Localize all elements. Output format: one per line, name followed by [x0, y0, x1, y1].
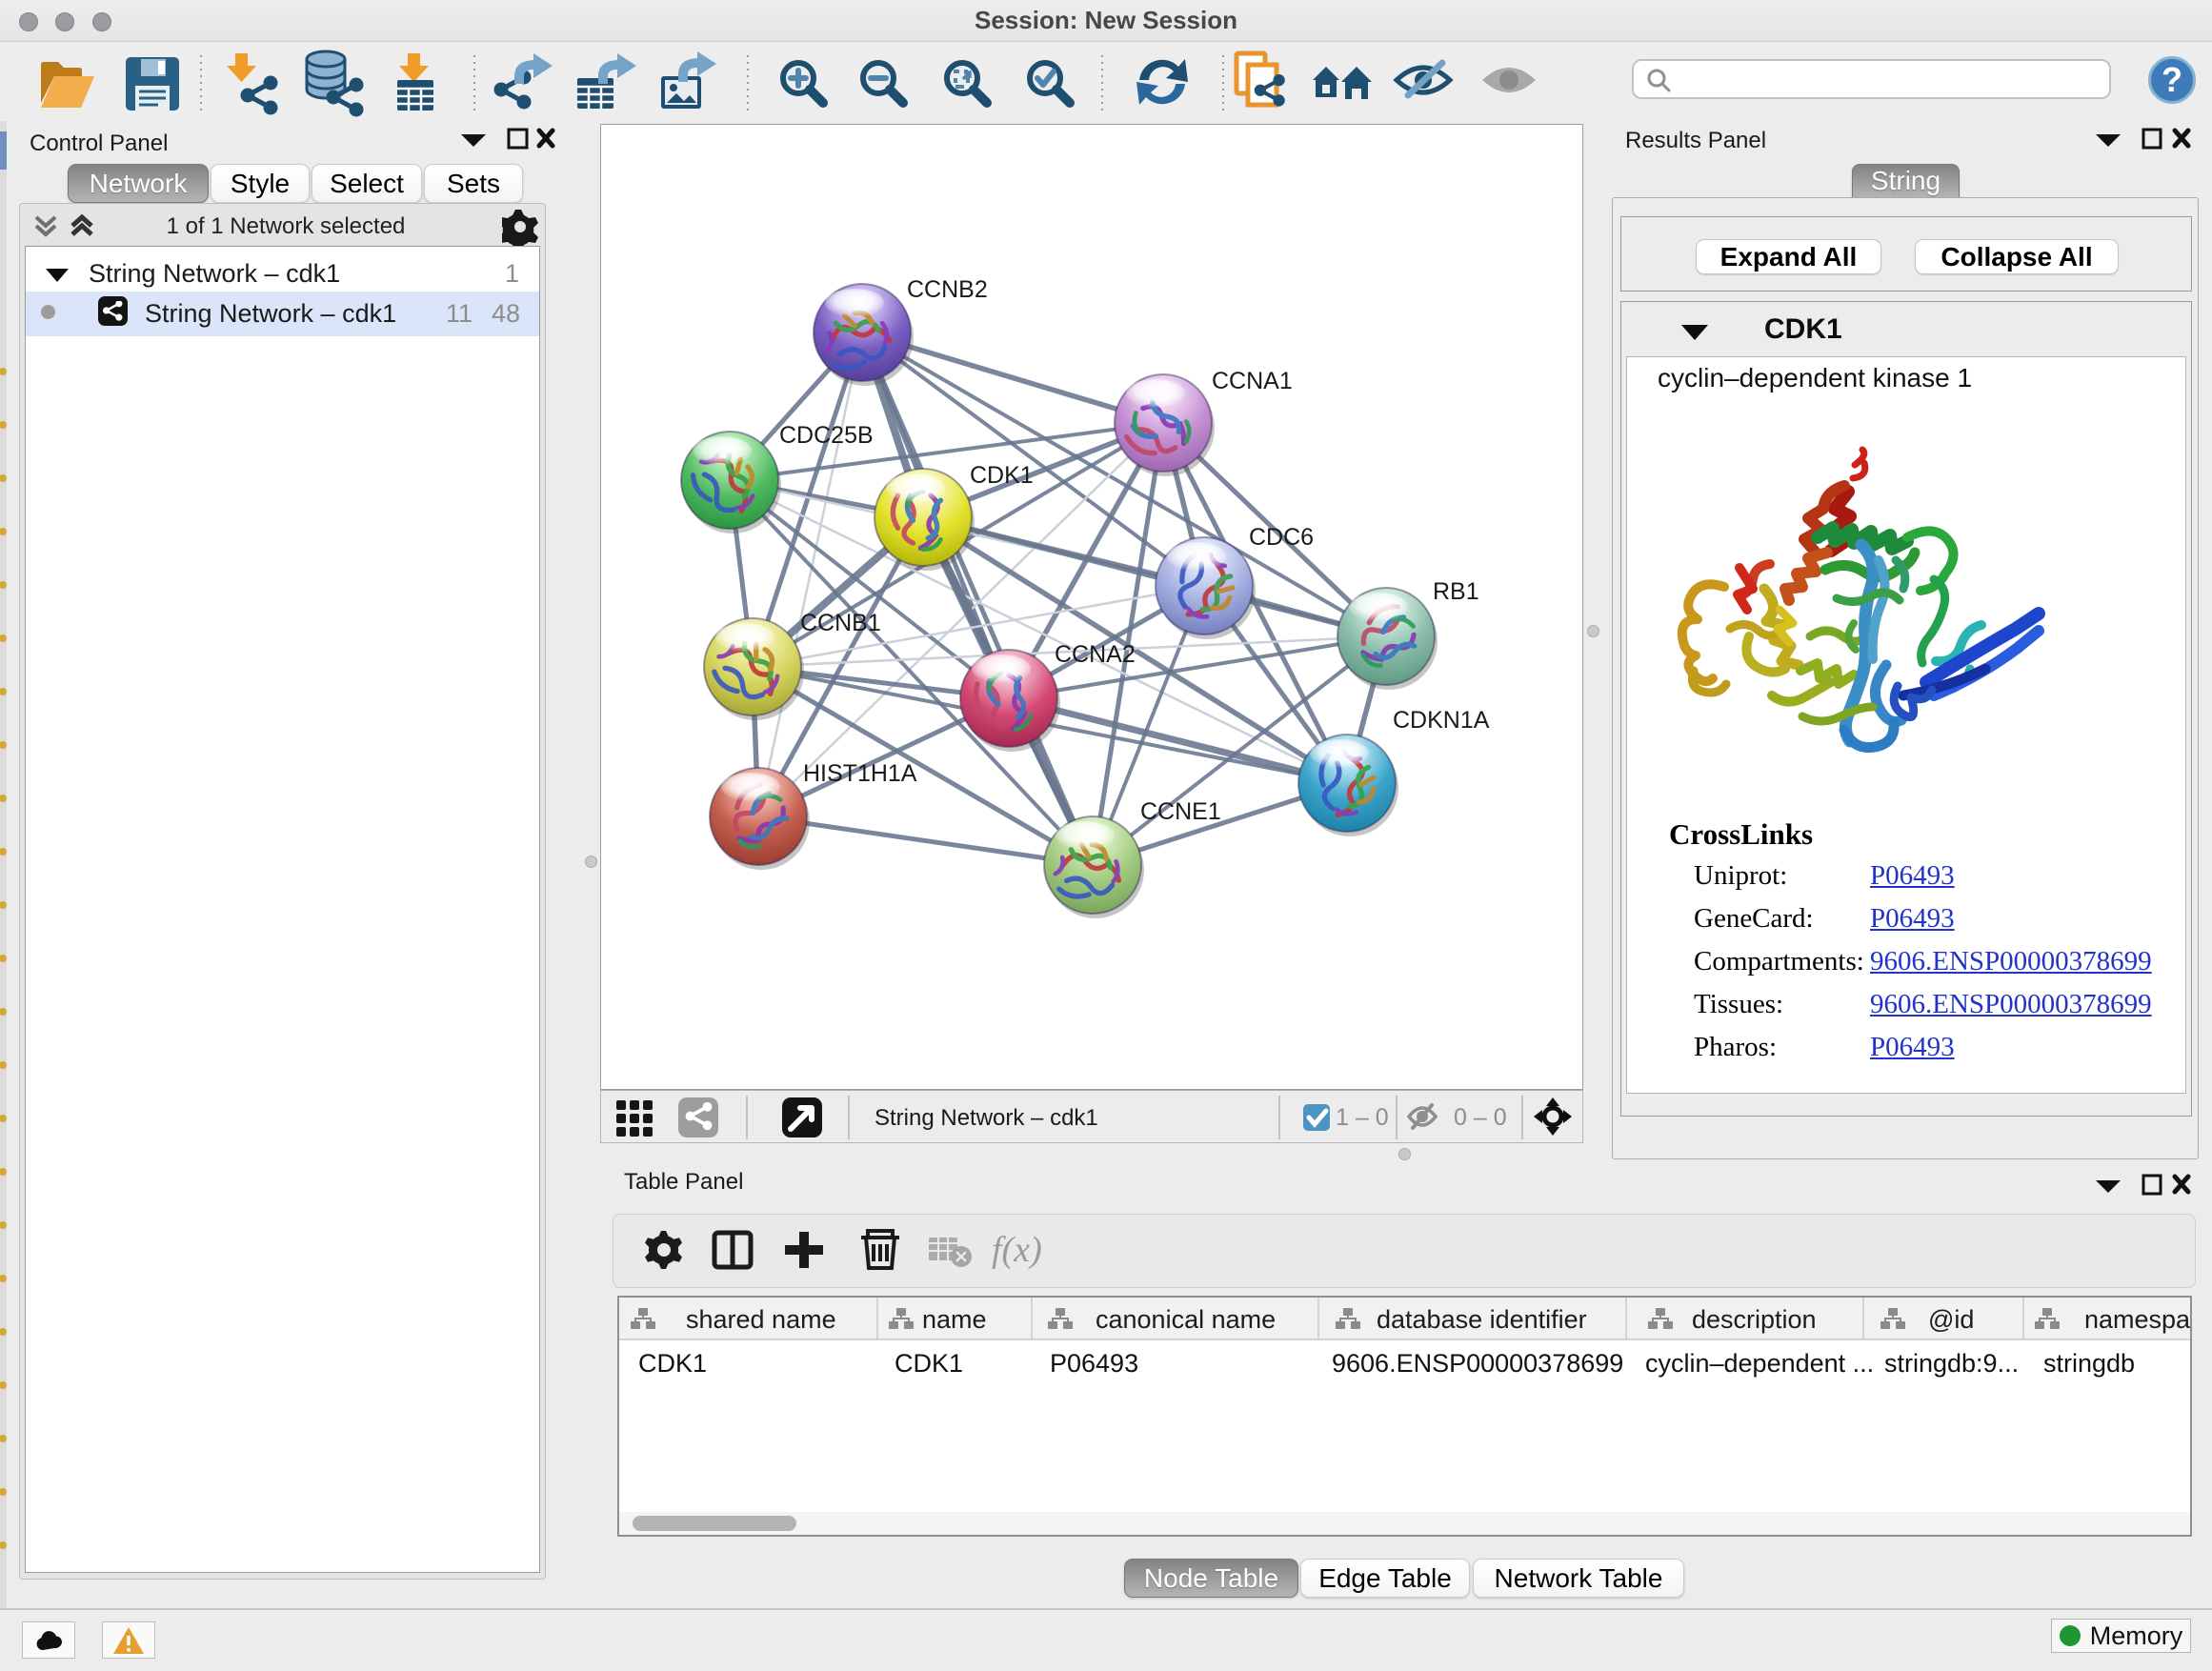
svg-text:f(x): f(x): [992, 1230, 1042, 1270]
svg-text:9606.ENSP00000378699: 9606.ENSP00000378699: [1332, 1349, 1623, 1378]
svg-text:0 – 0: 0 – 0: [1454, 1104, 1507, 1131]
svg-text:database identifier: database identifier: [1377, 1305, 1587, 1334]
svg-text:CCNA1: CCNA1: [1212, 368, 1293, 394]
svg-text:CDC6: CDC6: [1249, 524, 1314, 551]
svg-text:CDK1: CDK1: [895, 1349, 963, 1378]
svg-text:cyclin–dependent ...: cyclin–dependent ...: [1645, 1349, 1874, 1378]
svg-text:canonical name: canonical name: [1096, 1305, 1276, 1334]
svg-text:CCNA2: CCNA2: [1055, 641, 1136, 668]
svg-text:@id: @id: [1928, 1305, 1974, 1334]
svg-text:CDC25B: CDC25B: [779, 422, 874, 449]
svg-text:CDK1: CDK1: [970, 462, 1034, 489]
svg-text:description: description: [1692, 1305, 1817, 1334]
svg-text:CCNE1: CCNE1: [1140, 798, 1221, 825]
svg-text:CCNB2: CCNB2: [907, 276, 988, 303]
svg-text:shared name: shared name: [686, 1305, 836, 1334]
svg-text:stringdb:9...: stringdb:9...: [1884, 1349, 2019, 1378]
svg-text:CDKN1A: CDKN1A: [1393, 707, 1490, 734]
svg-text:stringdb: stringdb: [2043, 1349, 2135, 1378]
svg-text:HIST1H1A: HIST1H1A: [803, 760, 917, 787]
svg-text:CCNB1: CCNB1: [800, 610, 881, 636]
svg-text:CDK1: CDK1: [638, 1349, 707, 1378]
svg-text:RB1: RB1: [1433, 578, 1479, 605]
svg-text:P06493: P06493: [1050, 1349, 1138, 1378]
svg-text:name: name: [922, 1305, 987, 1334]
svg-text:1 – 0: 1 – 0: [1336, 1104, 1389, 1131]
svg-text:String Network – cdk1: String Network – cdk1: [875, 1105, 1098, 1131]
svg-text:namespace: namespace: [2084, 1305, 2190, 1334]
